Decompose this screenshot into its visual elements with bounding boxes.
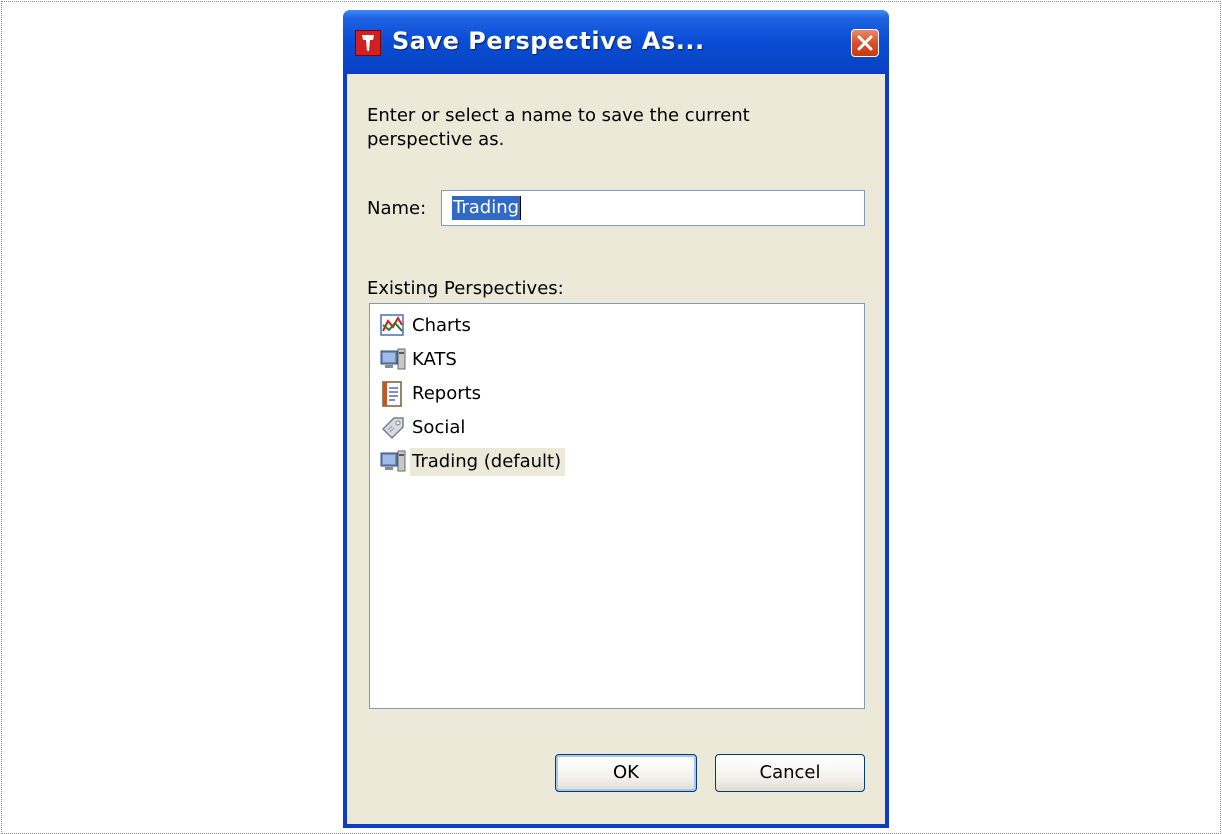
instructions-text: Enter or select a name to save the curre…	[367, 105, 750, 150]
dialog-body: Enter or select a name to save the curre…	[347, 74, 885, 824]
ok-button[interactable]: OK	[555, 754, 697, 792]
save-perspective-dialog: Save Perspective As... Enter or select a…	[343, 10, 889, 828]
list-item-label: Charts	[412, 315, 471, 336]
list-item-social[interactable]: Social	[380, 414, 469, 442]
computer-icon	[380, 448, 410, 476]
name-label: Name:	[367, 198, 427, 219]
cancel-button[interactable]: Cancel	[715, 754, 865, 792]
name-input[interactable]: Trading	[441, 190, 865, 226]
close-icon	[857, 35, 873, 51]
list-item-reports[interactable]: Reports	[380, 380, 485, 408]
name-input-value: Trading	[452, 196, 521, 220]
dialog-title: Save Perspective As...	[392, 27, 705, 55]
computer-icon	[380, 346, 410, 374]
list-item-label: Social	[412, 417, 466, 438]
existing-perspectives-label: Existing Perspectives:	[367, 278, 564, 299]
list-item-trading[interactable]: Trading (default)	[380, 448, 566, 476]
report-icon	[380, 380, 410, 408]
list-item-charts[interactable]: Charts	[380, 312, 475, 340]
perspectives-list[interactable]: Charts KATS Reports Social Trading (defa…	[369, 303, 865, 709]
list-item-label: Trading (default)	[410, 448, 566, 476]
list-item-label: KATS	[412, 349, 457, 370]
close-button[interactable]	[851, 29, 879, 57]
chart-icon	[380, 312, 410, 340]
title-bar[interactable]: Save Perspective As...	[343, 10, 889, 74]
list-item-kats[interactable]: KATS	[380, 346, 461, 374]
text-caret	[520, 196, 521, 220]
tag-icon	[380, 414, 410, 442]
list-item-label: Reports	[412, 383, 482, 404]
app-icon	[355, 30, 381, 56]
